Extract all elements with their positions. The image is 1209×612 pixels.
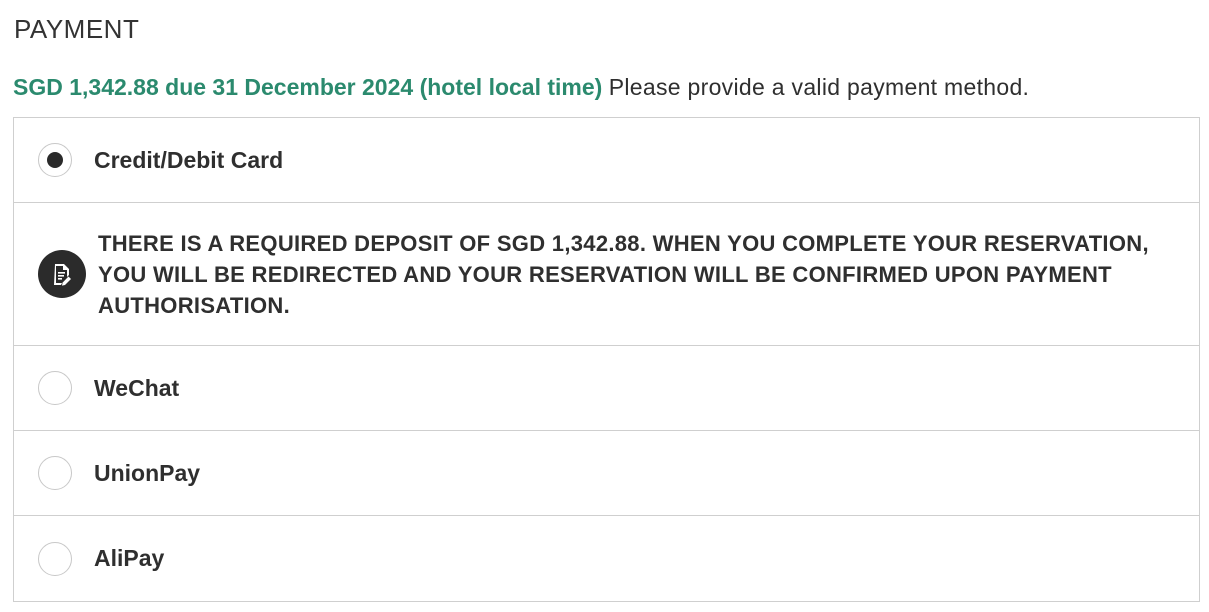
payment-option-wechat[interactable]: WeChat: [14, 346, 1199, 431]
payment-methods-list: Credit/Debit Card THERE IS A REQUIRED DE…: [13, 117, 1200, 602]
deposit-notice-text: THERE IS A REQUIRED DEPOSIT OF SGD 1,342…: [98, 230, 1149, 318]
payment-option-label: Credit/Debit Card: [94, 146, 284, 173]
radio-button[interactable]: [38, 541, 72, 576]
payment-option-label: UnionPay: [94, 459, 201, 486]
deposit-notice: THERE IS A REQUIRED DEPOSIT OF SGD 1,342…: [14, 203, 1199, 346]
radio-dot: [47, 152, 63, 168]
payment-due-line: SGD 1,342.88 due 31 December 2024 (hotel…: [13, 74, 1029, 101]
payment-option-label: AliPay: [94, 545, 165, 571]
section-title: PAYMENT: [14, 14, 140, 44]
radio-button[interactable]: [38, 456, 72, 490]
payment-option-alipay[interactable]: AliPay: [14, 516, 1199, 601]
payment-option-label: WeChat: [94, 374, 180, 401]
radio-button[interactable]: [38, 371, 72, 405]
due-amount: SGD 1,342.88 due 31 December 2024 (hotel…: [13, 74, 603, 100]
document-edit-icon: [38, 250, 86, 298]
payment-option-unionpay[interactable]: UnionPay: [14, 431, 1199, 516]
due-note: Please provide a valid payment method.: [608, 74, 1030, 100]
radio-button-selected[interactable]: [38, 143, 72, 177]
payment-option-credit-card[interactable]: Credit/Debit Card: [14, 118, 1199, 203]
